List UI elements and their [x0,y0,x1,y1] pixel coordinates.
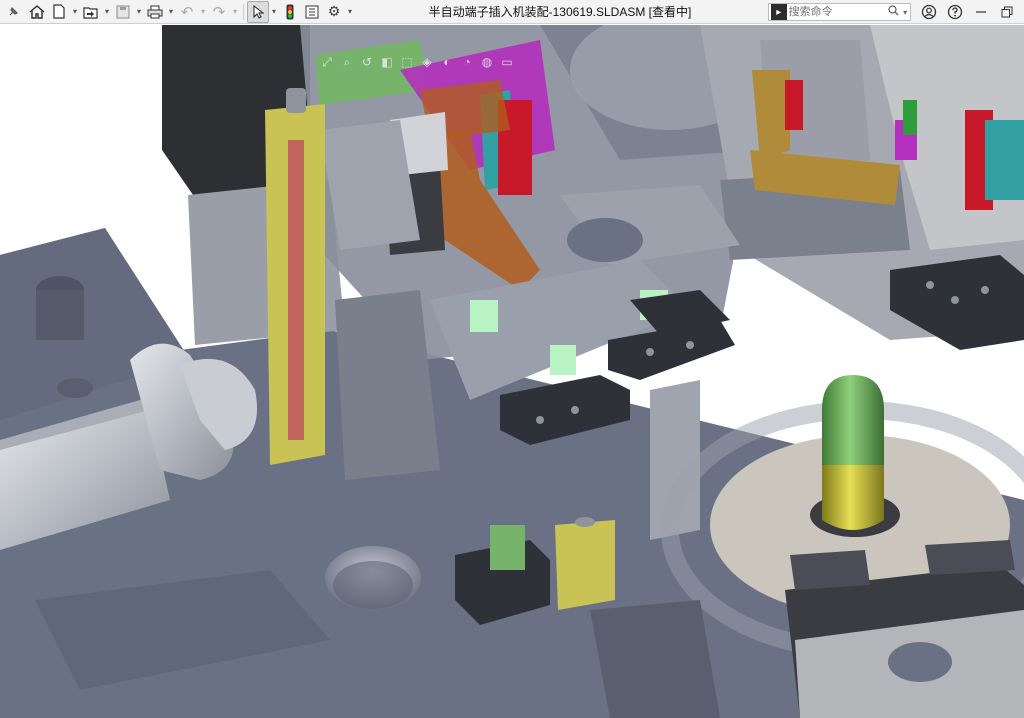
home-icon[interactable] [26,1,48,23]
previous-view-icon[interactable]: ↺ [358,54,376,70]
view-settings-icon[interactable]: ▭ [498,54,516,70]
view-orientation-icon[interactable]: ⬚ [398,54,416,70]
title-bar: ▾ ▾ ▾ ▾ ↶ ▾ ↷ ▾ ▾ ⚙ ▾ 半自动端子插入机装配-130619.… [0,0,1024,24]
green-block-right [903,100,917,135]
apply-scene-icon[interactable]: ◍ [478,54,496,70]
redo-icon[interactable]: ↷ [208,1,230,23]
red-stopper-right [785,80,803,130]
heads-up-view-toolbar: ⤢ ⌕ ↺ ◧ ⬚ ◈ ◐ ◔ ◍ ▭ [318,53,516,71]
quick-access-toolbar: ▾ ▾ ▾ ▾ ↶ ▾ ↷ ▾ ▾ ⚙ ▾ [0,0,355,24]
pin-top [57,378,93,398]
save-dropdown-chevron-icon[interactable]: ▾ [134,1,144,23]
open-folder-icon[interactable] [80,1,102,23]
solidworks-logo-icon: ▸ [771,4,787,20]
fixture-hole [536,416,544,424]
fixture-hole [951,296,959,304]
terminal-part [470,300,498,332]
undo-dropdown-chevron-icon[interactable]: ▾ [198,1,208,23]
search-icon[interactable] [887,5,901,19]
undo-icon[interactable]: ↶ [176,1,198,23]
fixture-hole [571,406,579,414]
select-dropdown-chevron-icon[interactable]: ▾ [269,1,279,23]
pin-icon[interactable] [0,1,26,23]
green-terminal-part [490,525,525,570]
save-icon[interactable] [112,1,134,23]
fixture-hole [926,281,934,289]
minimize-icon[interactable] [968,1,994,23]
zoom-to-fit-icon[interactable]: ⤢ [318,54,336,70]
search-commands-box[interactable]: ▸ ▾ [768,3,911,21]
terminal-part [550,345,576,375]
teal-block-far-right [985,120,1024,200]
small-nest-block [790,550,870,590]
print-icon[interactable] [144,1,166,23]
bottom-right-hole [888,642,952,682]
display-style-icon[interactable]: ◈ [418,54,436,70]
zoom-to-area-icon[interactable]: ⌕ [338,54,356,70]
account-icon[interactable] [916,1,942,23]
new-document-icon[interactable] [48,1,70,23]
options-gear-icon[interactable]: ⚙ [323,1,345,23]
open-dropdown-chevron-icon[interactable]: ▾ [102,1,112,23]
toolbar-separator [243,3,244,20]
red-slot-strip [288,140,304,440]
redo-dropdown-chevron-icon[interactable]: ▾ [230,1,240,23]
yellow-post-cap [575,517,595,527]
round-hole-inner [333,561,413,609]
select-pointer-icon[interactable] [247,0,269,23]
document-title: 半自动端子插入机装配-130619.SLDASM [查看中] [428,5,692,19]
search-dropdown-chevron-icon[interactable]: ▾ [900,8,910,17]
edit-appearance-icon[interactable]: ◔ [458,54,476,70]
fixture-hole [981,286,989,294]
window-controls [916,0,1020,24]
section-view-icon[interactable]: ◧ [378,54,396,70]
search-commands-input[interactable] [788,4,887,20]
rail-top-pin [286,88,306,113]
graphics-viewport[interactable]: ⤢ ⌕ ↺ ◧ ⬚ ◈ ◐ ◔ ◍ ▭ [0,25,1024,718]
new-dropdown-chevron-icon[interactable]: ▾ [70,1,80,23]
fixture-hole [646,348,654,356]
round-bore [567,218,643,262]
restore-icon[interactable] [994,1,1020,23]
file-properties-icon[interactable] [301,1,323,23]
capsule-green [822,375,884,465]
small-nest-block [925,540,1015,575]
help-icon[interactable] [942,1,968,23]
capsule-yellow [822,465,884,530]
print-dropdown-chevron-icon[interactable]: ▾ [166,1,176,23]
fixture-hole [686,341,694,349]
yellow-post [555,520,615,610]
bottom-panel [590,600,720,718]
post-body [36,290,84,340]
options-dropdown-chevron-icon[interactable]: ▾ [345,1,355,23]
rebuild-traffic-light-icon[interactable] [279,1,301,23]
hide-show-items-icon[interactable]: ◐ [438,54,456,70]
assembly-3d-model [0,25,1024,718]
